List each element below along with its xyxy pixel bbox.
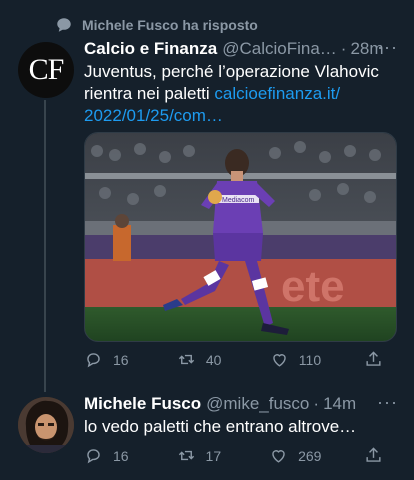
retweet-count: 17	[205, 447, 222, 464]
tweet-header: Calcio e Finanza @CalcioFina… · 28m	[84, 38, 398, 60]
share-button[interactable]	[364, 446, 384, 465]
avatar-calcio-finanza[interactable]: CF	[18, 42, 74, 98]
author-handle[interactable]: @mike_fusco	[206, 393, 309, 415]
author-handle[interactable]: @CalcioFina…	[222, 38, 337, 60]
like-count: 269	[298, 447, 322, 464]
reply-icon	[87, 353, 100, 368]
avatar-logo-text: CF	[28, 53, 65, 86]
tweet-michele-fusco[interactable]: Michele Fusco @mike_fusco · 14m ··· lo v…	[84, 393, 398, 438]
social-context-text: Michele Fusco ha risposto	[82, 17, 258, 33]
separator-dot: ·	[313, 394, 320, 413]
retweet-icon	[178, 450, 194, 461]
more-options-icon[interactable]: ···	[377, 393, 398, 411]
share-icon	[366, 351, 381, 366]
author-name[interactable]: Calcio e Finanza	[84, 38, 217, 60]
jersey-sponsor: Mediacom	[222, 197, 254, 204]
avatar-michele-fusco[interactable]	[18, 397, 74, 453]
reply-count: 16	[113, 447, 129, 464]
avatar-photo	[18, 397, 74, 453]
reply-icon	[87, 449, 100, 464]
retweet-icon	[178, 354, 195, 365]
separator-dot: ·	[340, 39, 347, 58]
heart-icon	[272, 450, 285, 463]
tweet-calcio-finanza[interactable]: Calcio e Finanza @CalcioFina… · 28m ··· …	[84, 38, 398, 127]
like-button[interactable]: 269	[269, 446, 321, 465]
tweet-actions: 16 40 110	[84, 350, 384, 369]
svg-text:ete: ete	[281, 262, 345, 311]
reply-button[interactable]: 16	[84, 350, 134, 369]
author-name[interactable]: Michele Fusco	[84, 393, 201, 415]
tweet-text: Juventus, perché l’operazione Vlahovic r…	[84, 61, 398, 127]
thread-line	[44, 100, 46, 392]
share-button[interactable]	[364, 350, 384, 369]
retweet-button[interactable]: 40	[177, 350, 227, 369]
tweet-time[interactable]: 14m	[323, 393, 356, 415]
tweet-media-photo[interactable]: ete Mediacom	[84, 132, 397, 342]
retweet-count: 40	[205, 351, 222, 368]
heart-icon	[273, 354, 286, 367]
reply-button[interactable]: 16	[84, 446, 134, 465]
reply-count: 16	[113, 351, 129, 368]
tweet-actions: 16 17 269	[84, 446, 384, 465]
like-count: 110	[298, 351, 322, 368]
reply-bubble-icon	[57, 18, 71, 32]
social-context: Michele Fusco ha risposto	[55, 16, 258, 34]
share-icon	[366, 447, 381, 462]
more-options-icon[interactable]: ···	[377, 38, 398, 56]
tweet-header: Michele Fusco @mike_fusco · 14m	[84, 393, 398, 415]
like-button[interactable]: 110	[270, 350, 321, 369]
tweet-text: lo vedo paletti che entrano altrove…	[84, 417, 357, 436]
player-photo: ete Mediacom	[85, 133, 396, 341]
retweet-button[interactable]: 17	[177, 446, 227, 465]
